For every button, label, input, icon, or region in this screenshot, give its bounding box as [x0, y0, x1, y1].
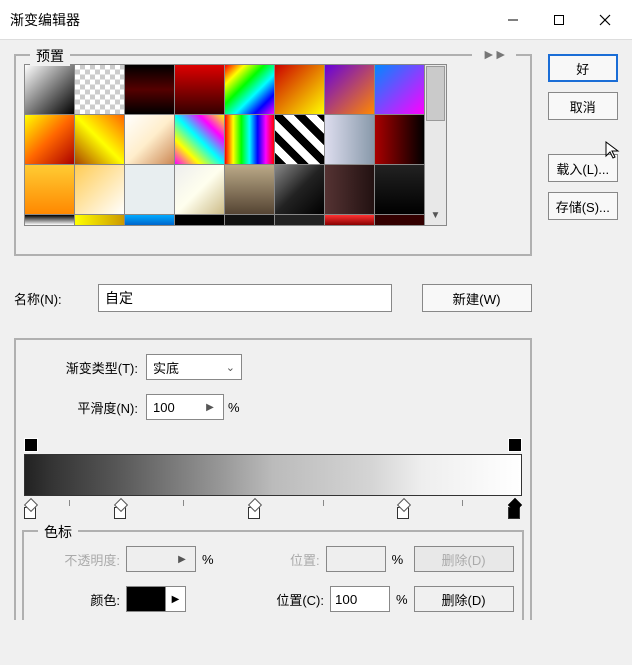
smoothness-unit: %: [228, 400, 240, 415]
preset-swatch[interactable]: [375, 115, 424, 164]
preset-swatch[interactable]: [275, 165, 324, 214]
preset-swatch[interactable]: [275, 115, 324, 164]
opacity-unit: %: [202, 552, 214, 567]
preset-swatch[interactable]: [75, 215, 124, 225]
opacity-location-unit: %: [392, 552, 404, 567]
gradient-preview[interactable]: [24, 438, 522, 518]
gradient-settings: 渐变类型(T): 实底 ⌄ 平滑度(N): 100 ▶ %: [14, 338, 532, 620]
presets-grid: [24, 64, 425, 226]
color-stop[interactable]: [248, 498, 262, 518]
smoothness-label: 平滑度(N):: [28, 398, 138, 417]
preset-swatch[interactable]: [75, 65, 124, 114]
preset-swatch[interactable]: [175, 165, 224, 214]
opacity-label: 不透明度:: [32, 550, 120, 569]
color-label: 颜色:: [32, 590, 120, 609]
preset-swatch[interactable]: [175, 215, 224, 225]
preset-swatch[interactable]: [125, 65, 174, 114]
gradient-type-label: 渐变类型(T):: [28, 358, 138, 377]
color-swatch: [127, 587, 165, 611]
gradient-type-value: 实底: [153, 358, 179, 377]
preset-swatch[interactable]: [25, 165, 74, 214]
preset-swatch[interactable]: [325, 115, 374, 164]
preset-swatch[interactable]: [25, 215, 74, 225]
color-swatch-button[interactable]: ▶: [126, 586, 186, 612]
preset-swatch[interactable]: [25, 65, 74, 114]
opacity-location-label: 位置:: [250, 550, 320, 569]
preset-swatch[interactable]: [375, 65, 424, 114]
color-location-unit: %: [396, 592, 408, 607]
gradient-bar[interactable]: [24, 454, 522, 496]
window-controls: [490, 4, 628, 36]
presets-fieldset: 预置 ►►: [14, 54, 532, 256]
presets-label: 预置: [30, 46, 70, 66]
opacity-stop[interactable]: [24, 438, 38, 452]
preset-swatch[interactable]: [175, 115, 224, 164]
close-button[interactable]: [582, 4, 628, 36]
preset-swatch[interactable]: [225, 165, 274, 214]
color-location-label: 位置(C):: [234, 590, 324, 609]
window-title: 渐变编辑器: [10, 10, 490, 30]
color-location-input[interactable]: [330, 586, 390, 612]
preset-swatch[interactable]: [125, 215, 174, 225]
spinner-arrow-icon: ▶: [175, 554, 189, 565]
spinner-arrow-icon[interactable]: ▶: [203, 402, 217, 413]
stops-label: 色标: [38, 522, 78, 542]
color-delete-button[interactable]: 删除(D): [414, 586, 514, 612]
title-bar: 渐变编辑器: [0, 0, 632, 40]
preset-swatch[interactable]: [75, 165, 124, 214]
presets-more-icon[interactable]: ►►: [472, 46, 516, 62]
color-stop[interactable]: [397, 498, 411, 518]
scroll-down-icon[interactable]: ▼: [425, 205, 446, 225]
preset-swatch[interactable]: [275, 215, 324, 225]
preset-swatch[interactable]: [325, 165, 374, 214]
new-button[interactable]: 新建(W): [422, 284, 532, 312]
stops-fieldset: 色标 不透明度: ▶ % 位置: % 删除(D) 颜色:: [22, 530, 524, 620]
opacity-delete-button: 删除(D): [414, 546, 514, 572]
save-button[interactable]: 存储(S)...: [548, 192, 618, 220]
color-stop[interactable]: [114, 498, 128, 518]
ok-button[interactable]: 好: [548, 54, 618, 82]
opacity-input: ▶: [126, 546, 196, 572]
preset-swatch[interactable]: [225, 65, 274, 114]
load-button[interactable]: 载入(L)...: [548, 154, 618, 182]
maximize-button[interactable]: [536, 4, 582, 36]
smoothness-input[interactable]: 100 ▶: [146, 394, 224, 420]
preset-swatch[interactable]: [375, 165, 424, 214]
color-arrow-icon[interactable]: ▶: [165, 587, 185, 611]
preset-swatch[interactable]: [25, 115, 74, 164]
preset-swatch[interactable]: [75, 115, 124, 164]
color-stop[interactable]: [24, 498, 38, 518]
preset-swatch[interactable]: [325, 215, 374, 225]
presets-scrollbar[interactable]: ▼: [425, 64, 447, 226]
preset-swatch[interactable]: [175, 65, 224, 114]
gradient-type-combo[interactable]: 实底 ⌄: [146, 354, 242, 380]
color-stop-selected[interactable]: [508, 498, 522, 518]
scrollbar-thumb[interactable]: [426, 66, 445, 121]
minimize-button[interactable]: [490, 4, 536, 36]
chevron-down-icon: ⌄: [226, 361, 235, 374]
preset-swatch[interactable]: [125, 115, 174, 164]
preset-swatch[interactable]: [125, 165, 174, 214]
preset-swatch[interactable]: [325, 65, 374, 114]
opacity-location-input: [326, 546, 386, 572]
cancel-button[interactable]: 取消: [548, 92, 618, 120]
preset-swatch[interactable]: [225, 115, 274, 164]
preset-swatch[interactable]: [225, 215, 274, 225]
opacity-stop[interactable]: [508, 438, 522, 452]
name-label: 名称(N):: [14, 289, 90, 308]
preset-swatch[interactable]: [275, 65, 324, 114]
preset-swatch[interactable]: [375, 215, 424, 225]
name-input[interactable]: [98, 284, 392, 312]
